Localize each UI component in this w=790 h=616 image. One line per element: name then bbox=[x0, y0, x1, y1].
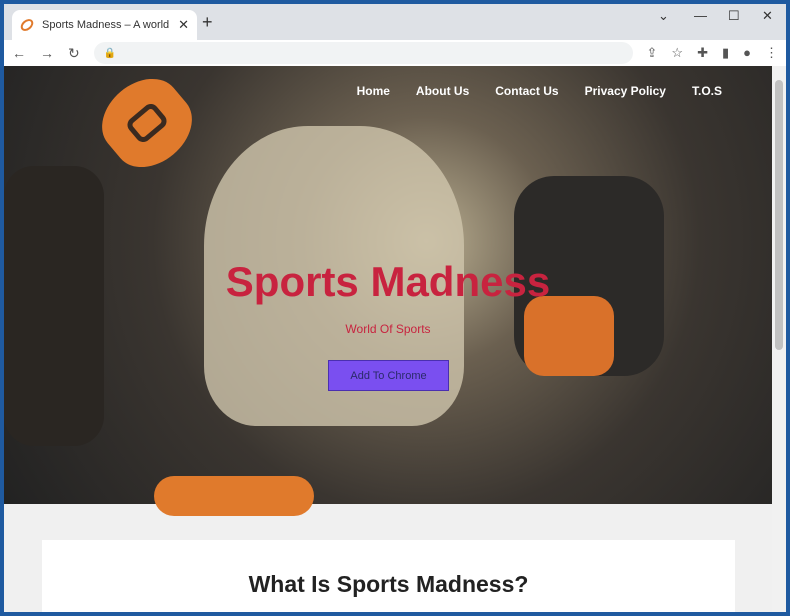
address-bar[interactable]: 🔒 bbox=[93, 42, 633, 64]
close-tab-icon[interactable]: ✕ bbox=[178, 17, 189, 33]
browser-toolbar: ← → ↻ 🔒 ⇪ ☆ ✚ ▮ ● ⋮ bbox=[4, 40, 786, 66]
new-tab-button[interactable]: + bbox=[202, 12, 213, 33]
reload-icon[interactable]: ↻ bbox=[68, 45, 80, 62]
profile-icon[interactable]: ● bbox=[743, 45, 751, 61]
tab-title: Sports Madness – A world of sports bbox=[42, 19, 172, 31]
back-icon[interactable]: ← bbox=[12, 45, 26, 61]
nav-privacy-policy[interactable]: Privacy Policy bbox=[585, 84, 666, 98]
share-icon[interactable]: ⇪ bbox=[647, 45, 658, 61]
section-heading: What Is Sports Madness? bbox=[248, 571, 529, 597]
hero-title: Sports Madness bbox=[225, 258, 551, 305]
scrollbar-thumb[interactable] bbox=[775, 80, 783, 350]
football-favicon-icon bbox=[18, 16, 36, 34]
nav-about-us[interactable]: About Us bbox=[416, 84, 469, 98]
minimize-button[interactable]: — bbox=[694, 8, 707, 23]
browser-window: Sports Madness – A world of sports ✕ + ⌄… bbox=[4, 4, 786, 612]
extensions-icon[interactable]: ✚ bbox=[697, 45, 708, 61]
football-logo-icon[interactable] bbox=[87, 66, 207, 183]
nav-home[interactable]: Home bbox=[357, 84, 390, 98]
about-section: What Is Sports Madness? bbox=[42, 540, 735, 612]
tab-search-icon[interactable]: ⌄ bbox=[658, 8, 669, 24]
add-to-chrome-button[interactable]: Add To Chrome bbox=[328, 360, 449, 391]
browser-tab[interactable]: Sports Madness – A world of sports ✕ bbox=[12, 10, 197, 40]
sidebar-icon[interactable]: ▮ bbox=[722, 45, 729, 61]
main-nav: Home About Us Contact Us Privacy Policy … bbox=[357, 84, 722, 98]
nav-contact-us[interactable]: Contact Us bbox=[495, 84, 558, 98]
menu-icon[interactable]: ⋮ bbox=[765, 45, 778, 61]
web-page: Home About Us Contact Us Privacy Policy … bbox=[4, 66, 772, 612]
hero-banner: Home About Us Contact Us Privacy Policy … bbox=[4, 66, 772, 516]
close-window-button[interactable]: ✕ bbox=[762, 8, 773, 24]
forward-icon[interactable]: → bbox=[40, 45, 54, 61]
scrollbar[interactable] bbox=[772, 66, 786, 612]
tab-bar: Sports Madness – A world of sports ✕ + ⌄… bbox=[4, 4, 786, 40]
star-icon[interactable]: ☆ bbox=[671, 45, 683, 61]
hero-subtitle: World Of Sports bbox=[345, 322, 431, 336]
lock-icon: 🔒 bbox=[103, 47, 117, 59]
nav-tos[interactable]: T.O.S bbox=[692, 84, 722, 98]
maximize-button[interactable]: ☐ bbox=[728, 8, 740, 24]
